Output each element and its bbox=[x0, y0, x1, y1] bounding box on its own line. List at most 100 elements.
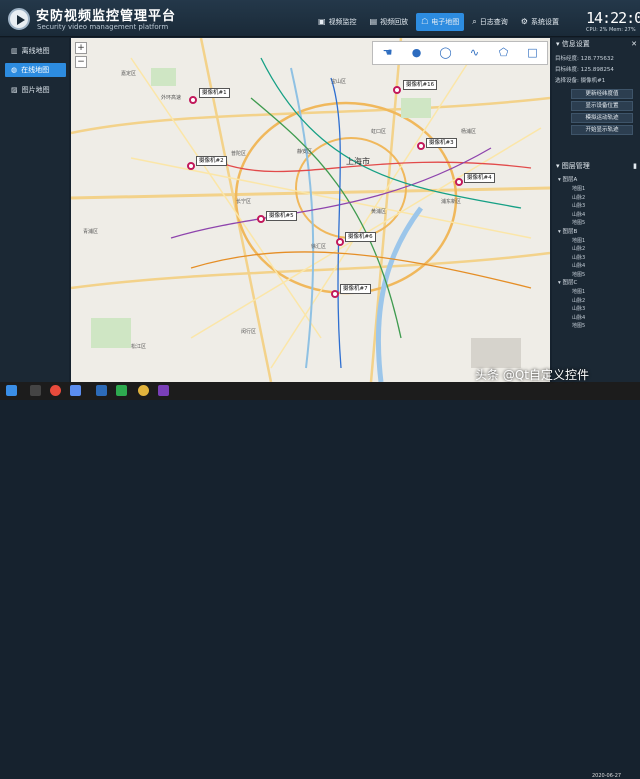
sidebar-item-image-map[interactable]: ▨ 图片地图 bbox=[5, 83, 66, 97]
app-icon[interactable] bbox=[116, 385, 127, 396]
camera-pin-icon[interactable] bbox=[187, 162, 195, 170]
layers-icon: ▥ bbox=[11, 47, 18, 55]
layer-item[interactable]: 地图5 bbox=[554, 271, 638, 280]
image-icon: ▨ bbox=[11, 86, 18, 94]
layer-panel-title: 图层管理 bbox=[561, 162, 590, 170]
place-label: 杨浦区 bbox=[461, 129, 477, 135]
camera-marker-5[interactable]: 摄像机#5 bbox=[266, 211, 297, 221]
rectangle-icon[interactable]: □ bbox=[518, 42, 547, 64]
close-icon[interactable]: ✕ bbox=[631, 38, 637, 50]
place-label: 徐汇区 bbox=[311, 244, 327, 250]
layer-item[interactable]: 山脉3 bbox=[554, 202, 638, 211]
layer-item[interactable]: 地图5 bbox=[554, 219, 638, 228]
app-icon[interactable] bbox=[158, 385, 169, 396]
layer-item[interactable]: 地图1 bbox=[554, 237, 638, 246]
watermark: 头条 @Qt自定义控件 bbox=[475, 368, 589, 382]
update-coordinates-button[interactable]: 更新经纬度值 bbox=[571, 89, 633, 99]
system-stats: CPU: 2% Mem: 27% bbox=[586, 27, 636, 33]
place-label: 长宁区 bbox=[236, 199, 252, 205]
taskbar-date: 2020-06-27 bbox=[592, 773, 622, 779]
place-label: 浦东新区 bbox=[441, 199, 462, 205]
nav-video-monitor[interactable]: ▣ 视频监控 bbox=[313, 13, 362, 31]
info-panel-header: ▾ 信息设置 ✕ bbox=[552, 38, 640, 50]
layer-item[interactable]: 山脉3 bbox=[554, 305, 638, 314]
polyline-icon[interactable]: ∿ bbox=[460, 42, 489, 64]
place-label: 松江区 bbox=[131, 344, 147, 350]
camera-marker-3[interactable]: 摄像机#3 bbox=[426, 138, 457, 148]
camera-pin-icon[interactable] bbox=[331, 290, 339, 298]
info-panel-title: 信息设置 bbox=[561, 40, 590, 48]
sidebar-item-offline-map[interactable]: ▥ 离线地图 bbox=[5, 44, 66, 58]
layer-item[interactable]: 山脉4 bbox=[554, 314, 638, 323]
video-icon: ▤ bbox=[369, 17, 378, 26]
clock: 14:22:08 bbox=[586, 9, 640, 27]
layer-item[interactable]: 地图1 bbox=[554, 185, 638, 194]
place-label: 闵行区 bbox=[241, 329, 257, 335]
layer-group[interactable]: ▾ 图层C bbox=[554, 279, 638, 288]
camera-pin-icon[interactable] bbox=[336, 238, 344, 246]
app-window: 安防视频监控管理平台 Security video management pla… bbox=[0, 0, 640, 779]
layer-item[interactable]: 山脉2 bbox=[554, 297, 638, 306]
polygon-icon[interactable]: ⬠ bbox=[489, 42, 518, 64]
search-icon: ⌕ bbox=[472, 17, 477, 26]
layer-group[interactable]: ▾ 图层A bbox=[554, 176, 638, 185]
zoom-in-button[interactable]: + bbox=[75, 42, 87, 54]
nav-electronic-map[interactable]: ☖ 电子地图 bbox=[416, 13, 465, 31]
layer-item[interactable]: 山脉2 bbox=[554, 245, 638, 254]
nav-video-playback[interactable]: ▤ 视频回放 bbox=[365, 13, 414, 31]
camera-marker-6[interactable]: 摄像机#6 bbox=[345, 232, 376, 242]
app-icon[interactable] bbox=[96, 385, 107, 396]
map-canvas[interactable]: + − ☚ ● ◯ ∿ ⬠ □ 上海市 外环高速 嘉定区 宝山区 普陀区 静安区… bbox=[71, 38, 550, 382]
layer-item[interactable]: 山脉3 bbox=[554, 254, 638, 263]
nav-system-settings[interactable]: ⚙ 系统设置 bbox=[516, 13, 564, 31]
camera-marker-2[interactable]: 摄像机#2 bbox=[196, 156, 227, 166]
nav-log-query[interactable]: ⌕ 日志查询 bbox=[467, 13, 512, 31]
simulate-track-button[interactable]: 模拟运动轨迹 bbox=[571, 113, 633, 123]
layer-item[interactable]: 地图5 bbox=[554, 322, 638, 331]
marker-icon[interactable]: ● bbox=[402, 42, 431, 64]
windows-start-icon[interactable] bbox=[6, 385, 17, 396]
place-label: 静安区 bbox=[297, 149, 313, 155]
circle-icon[interactable]: ◯ bbox=[431, 42, 460, 64]
layer-item[interactable]: 山脉4 bbox=[554, 262, 638, 271]
browser-icon[interactable] bbox=[50, 385, 61, 396]
camera-marker-16[interactable]: 摄像机#16 bbox=[403, 80, 438, 90]
taskbar: 2020-06-27 bbox=[0, 382, 640, 779]
gear-icon: ⚙ bbox=[520, 17, 528, 26]
camera-marker-7[interactable]: 摄像机#7 bbox=[340, 284, 371, 294]
camera-pin-icon[interactable] bbox=[189, 96, 197, 104]
camera-pin-icon[interactable] bbox=[417, 142, 425, 150]
app-icon[interactable] bbox=[70, 385, 81, 396]
app-subtitle: Security video management platform bbox=[37, 23, 169, 31]
app-title: 安防视频监控管理平台 bbox=[36, 9, 177, 24]
camera-pin-icon[interactable] bbox=[393, 86, 401, 94]
layer-group[interactable]: ▾ 图层B bbox=[554, 228, 638, 237]
layer-item[interactable]: 山脉2 bbox=[554, 194, 638, 203]
sidebar-item-online-map[interactable]: ◍ 在线地图 bbox=[5, 63, 66, 77]
trash-icon[interactable]: ▮ bbox=[633, 160, 637, 172]
layer-item[interactable]: 地图1 bbox=[554, 288, 638, 297]
layer-panel-header: ▾ 图层管理 ▮ bbox=[552, 160, 640, 172]
camera-pin-icon[interactable] bbox=[257, 215, 265, 223]
show-device-position-button[interactable]: 显示设备位置 bbox=[571, 101, 633, 111]
app-icon[interactable] bbox=[138, 385, 149, 396]
place-label: 黄浦区 bbox=[371, 209, 387, 215]
place-label: 宝山区 bbox=[331, 79, 347, 85]
place-label: 青浦区 bbox=[83, 229, 99, 235]
camera-marker-1[interactable]: 摄像机#1 bbox=[199, 88, 230, 98]
place-label: 外环高速 bbox=[161, 95, 182, 101]
header: 安防视频监控管理平台 Security video management pla… bbox=[0, 0, 640, 37]
longitude-field[interactable]: 目标经度: 128.775632 bbox=[552, 54, 640, 65]
map-icon: ☖ bbox=[421, 17, 429, 26]
device-select[interactable]: 选择设备: 摄像机#1 bbox=[552, 76, 640, 87]
pan-hand-icon[interactable]: ☚ bbox=[373, 42, 402, 64]
camera-pin-icon[interactable] bbox=[455, 178, 463, 186]
layer-item[interactable]: 山脉4 bbox=[554, 211, 638, 220]
camera-marker-4[interactable]: 摄像机#4 bbox=[464, 173, 495, 183]
explorer-icon[interactable] bbox=[30, 385, 41, 396]
globe-icon: ◍ bbox=[11, 66, 18, 74]
latitude-field[interactable]: 目标纬度: 125.898254 bbox=[552, 65, 640, 76]
start-show-track-button[interactable]: 开始显示轨迹 bbox=[571, 125, 633, 135]
main-nav: ▣ 视频监控 ▤ 视频回放 ☖ 电子地图 ⌕ 日志查询 ⚙ 系统设置 bbox=[313, 13, 564, 31]
zoom-out-button[interactable]: − bbox=[75, 56, 87, 68]
